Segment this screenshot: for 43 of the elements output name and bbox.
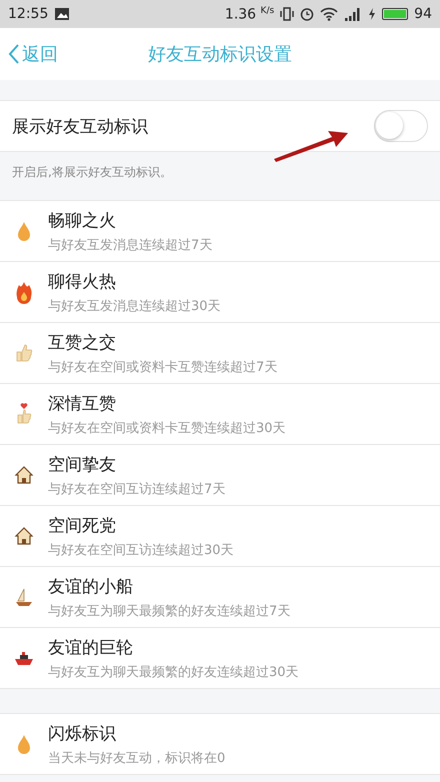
list-item[interactable]: 友谊的巨轮 与好友互为聊天最频繁的好友连续超过30天	[0, 628, 440, 689]
list-item[interactable]: 畅聊之火 与好友互发消息连续超过7天	[0, 201, 440, 262]
clock-time: 12:55	[8, 6, 48, 22]
hint-text: 开启后,将展示好友互动标识。	[11, 164, 173, 181]
toggle-switch[interactable]	[374, 110, 428, 142]
vibrate-icon	[280, 7, 294, 21]
item-title: 畅聊之火	[48, 210, 117, 232]
wifi-icon	[320, 7, 338, 21]
item-title: 空间死党	[48, 514, 117, 536]
item-description: 与好友在空间或资料卡互赞连续超过30天	[48, 420, 286, 436]
network-speed: 1.36 $^{K/s}$	[224, 6, 274, 22]
item-description: 与好友在空间互访连续超过7天	[48, 480, 226, 498]
page-title: 好友互动标识设置	[148, 43, 292, 66]
battery-percent: 94	[414, 6, 432, 22]
chevron-left-icon	[8, 43, 20, 65]
list-item[interactable]: 空间挚友 与好友在空间互访连续超过7天	[0, 445, 440, 506]
item-description: 与好友在空间或资料卡互赞连续超过7天	[48, 358, 278, 376]
item-title: 空间挚友	[48, 454, 117, 476]
list-item[interactable]: 友谊的小船 与好友互为聊天最频繁的好友连续超过7天	[0, 567, 440, 628]
list-item[interactable]: 深情互赞 与好友在空间或资料卡互赞连续超过30天	[0, 384, 440, 445]
image-icon	[54, 7, 70, 21]
item-description: 与好友互为聊天最频繁的好友连续超过7天	[48, 602, 290, 620]
item-description: 当天未与好友互动，标识将在0	[48, 750, 226, 766]
list-item[interactable]: 聊得火热 与好友互发消息连续超过30天	[0, 262, 440, 323]
setting-label: 展示好友互动标识	[12, 116, 149, 138]
item-title: 互赞之交	[48, 332, 117, 354]
battery-icon	[382, 8, 408, 20]
item-description: 与好友在空间互访连续超过30天	[48, 542, 234, 558]
item-title: 友谊的小船	[48, 576, 134, 598]
item-title: 闪烁标识	[48, 722, 117, 744]
list-item[interactable]: 互赞之交 与好友在空间或资料卡互赞连续超过7天	[0, 323, 440, 384]
list-item[interactable]: 闪烁标识 当天未与好友互动，标识将在0	[0, 714, 440, 775]
item-title: 友谊的巨轮	[48, 636, 134, 658]
item-description: 与好友互发消息连续超过30天	[48, 298, 221, 314]
item-description: 与好友互为聊天最频繁的好友连续超过30天	[48, 664, 299, 680]
item-title: 深情互赞	[48, 392, 117, 414]
alarm-icon	[300, 7, 314, 21]
item-title: 聊得火热	[48, 270, 117, 292]
list-item[interactable]: 空间死党 与好友在空间互访连续超过30天	[0, 506, 440, 567]
charging-icon	[368, 7, 376, 21]
item-description: 与好友互发消息连续超过7天	[48, 236, 212, 254]
fire-icon	[14, 280, 34, 304]
signal-icon	[344, 7, 362, 21]
